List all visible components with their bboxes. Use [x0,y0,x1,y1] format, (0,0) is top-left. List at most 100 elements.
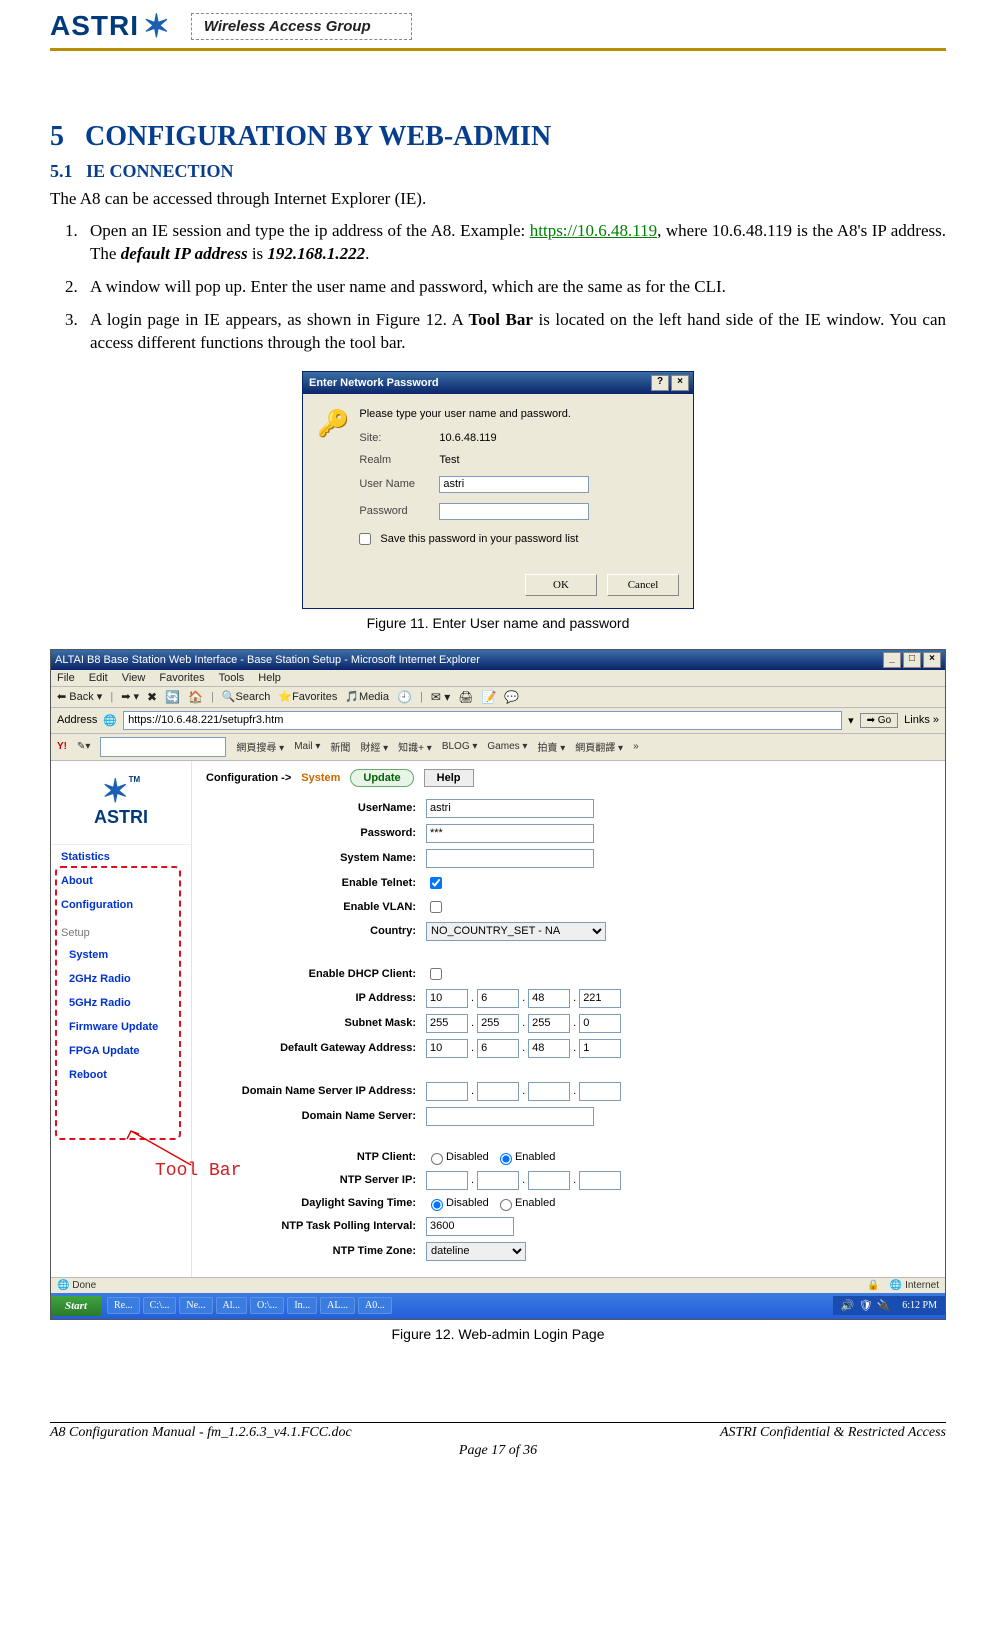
ie-min-button[interactable]: _ [883,652,901,668]
sidebar-item-statistics[interactable]: Statistics [51,845,191,869]
sidebar-item-configuration[interactable]: Configuration [51,893,191,917]
dst-enabled-radio[interactable] [500,1199,512,1211]
yahoo-pencil-icon[interactable]: ✎▾ [77,741,90,752]
update-button[interactable]: Update [350,769,413,787]
dialog-help-button[interactable]: ? [651,375,669,391]
task-item[interactable]: C:\... [143,1297,177,1314]
print-icon[interactable]: 🖨 [458,690,473,704]
ytool-websearch[interactable]: 網頁搜尋 ▾ [236,739,284,754]
task-item[interactable]: Re... [107,1297,140,1314]
tray-icon[interactable]: 🔌 [877,1299,891,1312]
save-password-checkbox[interactable] [359,533,371,545]
ytool-more[interactable]: » [633,741,639,752]
stop-icon[interactable]: ✖ [147,690,157,704]
cancel-button[interactable]: Cancel [607,574,679,596]
favorites-button[interactable]: ⭐Favorites [278,690,337,703]
ytool-auction[interactable]: 拍賣 ▾ [537,739,565,754]
ip-oct1[interactable] [426,989,468,1008]
menu-help[interactable]: Help [258,672,281,684]
ntpsrv-oct2[interactable] [477,1171,519,1190]
dialog-close-button[interactable]: × [671,375,689,391]
dnsip-oct2[interactable] [477,1082,519,1101]
menu-favorites[interactable]: Favorites [159,672,204,684]
password-input2[interactable] [426,824,594,843]
discuss-icon[interactable]: 💬 [504,690,519,704]
ytool-games[interactable]: Games ▾ [487,741,527,752]
ytool-translate[interactable]: 網頁翻譯 ▾ [575,739,623,754]
dst-disabled-radio[interactable] [431,1199,443,1211]
ie-titlebar[interactable]: ALTAI B8 Base Station Web Interface - Ba… [51,650,945,670]
username-input2[interactable] [426,799,594,818]
gw-oct3[interactable] [528,1039,570,1058]
gw-oct4[interactable] [579,1039,621,1058]
refresh-icon[interactable]: 🔄 [165,690,180,704]
task-item[interactable]: In... [287,1297,317,1314]
task-item[interactable]: Al... [216,1297,248,1314]
mail-icon[interactable]: ✉ ▾ [431,690,450,704]
yahoo-logo[interactable]: Y! [57,741,67,752]
edit-icon[interactable]: 📝 [481,690,496,704]
ntpint-input[interactable] [426,1217,514,1236]
ntpsrv-oct3[interactable] [528,1171,570,1190]
ok-button[interactable]: OK [525,574,597,596]
username-input[interactable] [439,476,589,493]
menu-tools[interactable]: Tools [219,672,245,684]
mask-oct4[interactable] [579,1014,621,1033]
sidebar-item-firmware[interactable]: Firmware Update [51,1015,191,1039]
ytool-mail[interactable]: Mail ▾ [294,741,320,752]
yahoo-search-input[interactable] [100,737,226,757]
search-button[interactable]: 🔍Search [222,690,271,703]
sidebar-item-fpga[interactable]: FPGA Update [51,1039,191,1063]
ip-oct3[interactable] [528,989,570,1008]
vlan-checkbox[interactable] [430,901,442,913]
ntpsrv-oct4[interactable] [579,1171,621,1190]
ytool-blog[interactable]: BLOG ▾ [442,741,478,752]
start-button[interactable]: Start [51,1296,101,1316]
history-icon[interactable]: 🕘 [397,690,412,704]
address-dropdown-icon[interactable]: ▾ [848,714,854,727]
example-ip-link[interactable]: https://10.6.48.119 [530,221,657,240]
sidebar-item-about[interactable]: About [51,869,191,893]
task-item[interactable]: AL... [320,1297,355,1314]
links-label[interactable]: Links » [904,714,939,726]
media-button[interactable]: 🎵Media [345,690,389,703]
ntpclient-disabled-radio[interactable] [431,1153,443,1165]
tray-icon[interactable]: 🔊 [841,1299,855,1312]
help-button[interactable]: Help [424,769,474,787]
forward-button[interactable]: ➡ ▾ [121,690,139,703]
dialog-titlebar[interactable]: Enter Network Password ? × [303,372,693,394]
ip-oct4[interactable] [579,989,621,1008]
task-item[interactable]: A0... [358,1297,392,1314]
gw-oct2[interactable] [477,1039,519,1058]
ytool-news[interactable]: 新聞 [330,739,350,754]
mask-oct1[interactable] [426,1014,468,1033]
home-icon[interactable]: 🏠 [188,690,203,704]
telnet-checkbox[interactable] [430,877,442,889]
sidebar-item-reboot[interactable]: Reboot [51,1063,191,1087]
menu-file[interactable]: File [57,672,75,684]
ntpsrv-oct1[interactable] [426,1171,468,1190]
dnsip-oct1[interactable] [426,1082,468,1101]
country-select[interactable]: NO_COUNTRY_SET - NA [426,922,606,941]
gw-oct1[interactable] [426,1039,468,1058]
task-item[interactable]: Ne... [179,1297,212,1314]
mask-oct2[interactable] [477,1014,519,1033]
back-button[interactable]: ⬅ Back ▾ [57,690,102,703]
menu-view[interactable]: View [122,672,146,684]
ntptz-select[interactable]: dateline [426,1242,526,1261]
ie-max-button[interactable]: □ [903,652,921,668]
password-input[interactable] [439,503,589,520]
ytool-knowledge[interactable]: 知識+ ▾ [398,739,432,754]
ytool-finance[interactable]: 財經 ▾ [360,739,388,754]
ie-close-button[interactable]: × [923,652,941,668]
menu-edit[interactable]: Edit [89,672,108,684]
dnsip-oct3[interactable] [528,1082,570,1101]
ntpclient-enabled-radio[interactable] [500,1153,512,1165]
dhcp-checkbox[interactable] [430,968,442,980]
dnsname-input[interactable] [426,1107,594,1126]
sidebar-item-5ghz[interactable]: 5GHz Radio [51,991,191,1015]
sidebar-item-2ghz[interactable]: 2GHz Radio [51,967,191,991]
mask-oct3[interactable] [528,1014,570,1033]
sysname-input[interactable] [426,849,594,868]
dnsip-oct4[interactable] [579,1082,621,1101]
